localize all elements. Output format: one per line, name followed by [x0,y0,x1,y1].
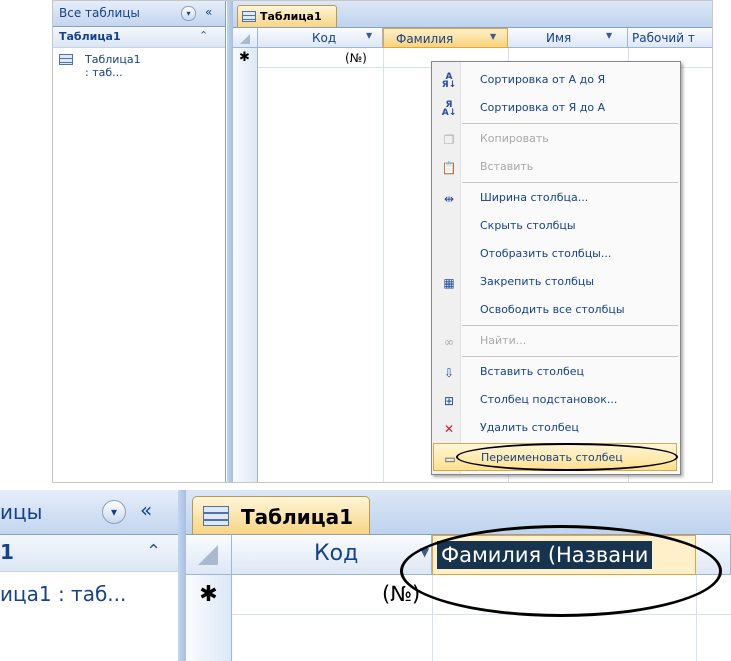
nav-group-title: 1 [0,540,14,564]
menu-item-insert-column[interactable]: ⇩ Вставить столбец [432,358,680,386]
menu-separator [462,182,678,183]
menu-item-label: Освободить все столбцы [480,303,625,316]
document-tab-bar: Таблица1 [186,490,731,535]
select-all-icon [198,545,218,565]
table-icon [59,54,73,65]
chevron-down-icon[interactable]: ▼ [490,32,496,41]
menu-item-delete-column[interactable]: ✕ Удалить столбец [432,414,680,442]
column-header-imya[interactable]: Имя ▼ [508,28,628,48]
menu-item-label: Найти... [480,334,527,347]
menu-item-column-width[interactable]: ⇹ Ширина столбца... [432,184,680,212]
column-header-label: Фамилия [396,32,454,46]
navigation-pane: Все таблицы ▾ « Таблица1 ⌃ Таблица1 : та… [53,1,226,482]
zoomed-datasheet-view: ицы ▾ « 1 ⌃ ица1 : таб... Таблица1 Код ▼… [0,490,731,661]
lookup-column-icon: ⊞ [443,394,455,408]
freeze-columns-icon: ▦ [443,276,455,290]
menu-item-find[interactable]: ∞ Найти... [432,327,680,355]
menu-item-paste[interactable]: 📋 Вставить [432,153,680,181]
menu-item-label: Ширина столбца... [480,191,589,204]
double-left-icon[interactable]: « [140,498,152,522]
paste-icon: 📋 [441,161,457,175]
menu-separator [462,123,678,124]
rename-column-icon: ▭ [444,452,456,466]
access-window-context-menu: Все таблицы ▾ « Таблица1 ⌃ Таблица1 : та… [52,0,713,483]
nav-item-table1[interactable]: ица1 : таб... [0,574,178,610]
new-record-icon: ✱ [239,50,250,65]
column-header-kod[interactable]: Код ▼ [258,28,383,48]
grid-line [383,48,384,482]
menu-item-freeze-columns[interactable]: ▦ Закрепить столбцы [432,268,680,296]
menu-item-label: Вставить столбец [480,365,585,378]
new-record-icon[interactable]: ✱ [186,575,232,615]
copy-icon: ❐ [443,133,455,147]
pane-divider[interactable] [178,490,186,661]
menu-separator [462,356,678,357]
nav-pane-title: ицы [0,500,43,524]
document-tab-bar: Таблица1 [233,1,712,28]
menu-item-label: Копировать [480,132,549,145]
column-header-rabochiy[interactable]: Рабочий т [628,28,712,48]
navigation-pane: ицы ▾ « 1 ⌃ ица1 : таб... [0,490,178,661]
tab-table1[interactable]: Таблица1 [192,496,370,534]
tab-table1[interactable]: Таблица1 [237,5,337,27]
menu-item-label: Удалить столбец [480,421,579,434]
menu-item-label: Скрыть столбцы [480,219,576,232]
highlight-ellipse [400,525,722,617]
select-all-corner[interactable] [233,28,258,48]
column-header-label: Имя [546,31,572,45]
column-header-label: Код [312,31,337,45]
nav-group-header[interactable]: 1 ⌃ [0,535,178,572]
tab-label: Таблица1 [260,10,322,23]
menu-item-hide-columns[interactable]: Скрыть столбцы [432,212,680,240]
row-selector[interactable]: ✱ [233,48,258,68]
table-icon [203,506,229,526]
menu-item-label: Вставить [480,160,534,173]
nav-group-header[interactable]: Таблица1 ⌃ [53,27,225,48]
row-selector-column [233,68,258,482]
chevron-down-icon[interactable]: ▼ [606,31,612,40]
highlight-ellipse [456,443,678,471]
sort-za-icon: Я А↓ [441,100,457,118]
nav-group-title: Таблица1 [59,30,121,43]
nav-item-label: ица1 : таб... [0,582,127,606]
column-width-icon: ⇹ [443,192,455,206]
insert-column-icon: ⇩ [443,366,455,380]
double-left-icon[interactable]: « [205,5,212,19]
chevron-down-icon[interactable]: ▼ [366,31,372,40]
menu-item-copy[interactable]: ❐ Копировать [432,125,680,153]
chevron-down-icon[interactable]: ▾ [102,500,126,524]
column-context-menu: А Я↓ Сортировка от А до Я Я А↓ Сортировка … [431,61,681,475]
nav-pane-title: Все таблицы [59,6,140,20]
column-header-label: Рабочий т [632,31,695,45]
select-all-corner[interactable] [186,535,232,575]
double-up-icon[interactable]: ⌃ [146,541,161,562]
menu-item-label: Столбец подстановок... [480,393,618,406]
table-icon [242,11,256,22]
menu-item-unhide-columns[interactable]: Отобразить столбцы... [432,240,680,268]
menu-item-label: Закрепить столбцы [480,275,595,288]
nav-pane-header[interactable]: ицы ▾ « [0,490,178,535]
row-selector-column [186,615,232,661]
menu-item-sort-az[interactable]: А Я↓ Сортировка от А до Я [432,66,680,94]
chevron-down-icon[interactable]: ▾ [181,6,196,21]
nav-item-label: Таблица1 : таб... [85,53,141,79]
menu-item-label: Отобразить столбцы... [480,247,612,260]
double-up-icon[interactable]: ⌃ [199,29,208,42]
menu-item-unfreeze-all[interactable]: Освободить все столбцы [432,296,680,324]
cell-kod[interactable]: (№) [345,51,367,65]
select-all-icon [240,34,250,44]
sort-az-icon: А Я↓ [441,72,457,90]
binoculars-icon: ∞ [444,335,454,349]
nav-pane-header[interactable]: Все таблицы ▾ « [53,1,225,27]
column-header-familiya[interactable]: Фамилия ▼ [383,28,508,48]
column-header-label: Код [314,541,359,566]
menu-item-lookup-column[interactable]: ⊞ Столбец подстановок... [432,386,680,414]
menu-item-label: Сортировка от Я до А [480,101,606,114]
delete-column-icon: ✕ [443,422,455,436]
menu-item-sort-za[interactable]: Я А↓ Сортировка от Я до А [432,94,680,122]
menu-item-label: Сортировка от А до Я [480,73,606,86]
tab-label: Таблица1 [241,505,354,529]
menu-separator [462,325,678,326]
